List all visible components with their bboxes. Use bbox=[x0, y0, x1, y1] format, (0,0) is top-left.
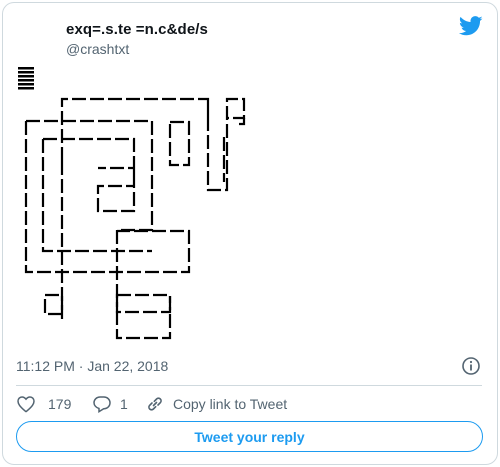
copy-link-button[interactable]: Copy link to Tweet bbox=[145, 394, 287, 414]
divider bbox=[16, 385, 482, 386]
info-icon[interactable] bbox=[461, 356, 481, 376]
like-button[interactable]: 179 bbox=[16, 394, 71, 414]
reply-action[interactable]: 1 bbox=[92, 394, 128, 414]
link-icon bbox=[148, 397, 162, 411]
like-count: 179 bbox=[48, 396, 72, 412]
reply-count: 1 bbox=[120, 396, 128, 412]
tweet-your-reply-button[interactable]: Tweet your reply bbox=[16, 421, 483, 452]
box-drawing-art bbox=[24, 97, 246, 340]
twitter-bird-icon[interactable] bbox=[459, 15, 483, 37]
reply-bubble-icon bbox=[93, 396, 111, 413]
tweet-text-art: 𝍖 ▕▔▔▔▔▔▔▔▔▔▔▔▏ ▕▔▏ ▕▔▔▔▏▔▔▔▔▔▔▏ ▕▔▔▔▏▕▔… bbox=[18, 67, 246, 340]
author-name[interactable]: exq=.s.te =n.c&de/s bbox=[66, 21, 208, 38]
copy-link-label: Copy link to Tweet bbox=[173, 396, 288, 412]
heart-icon bbox=[17, 396, 35, 413]
tetragram-glyph bbox=[18, 67, 34, 90]
author-handle[interactable]: @crashtxt bbox=[66, 41, 129, 57]
tweet-timestamp[interactable]: 11:12 PM · Jan 22, 2018 bbox=[16, 358, 168, 374]
